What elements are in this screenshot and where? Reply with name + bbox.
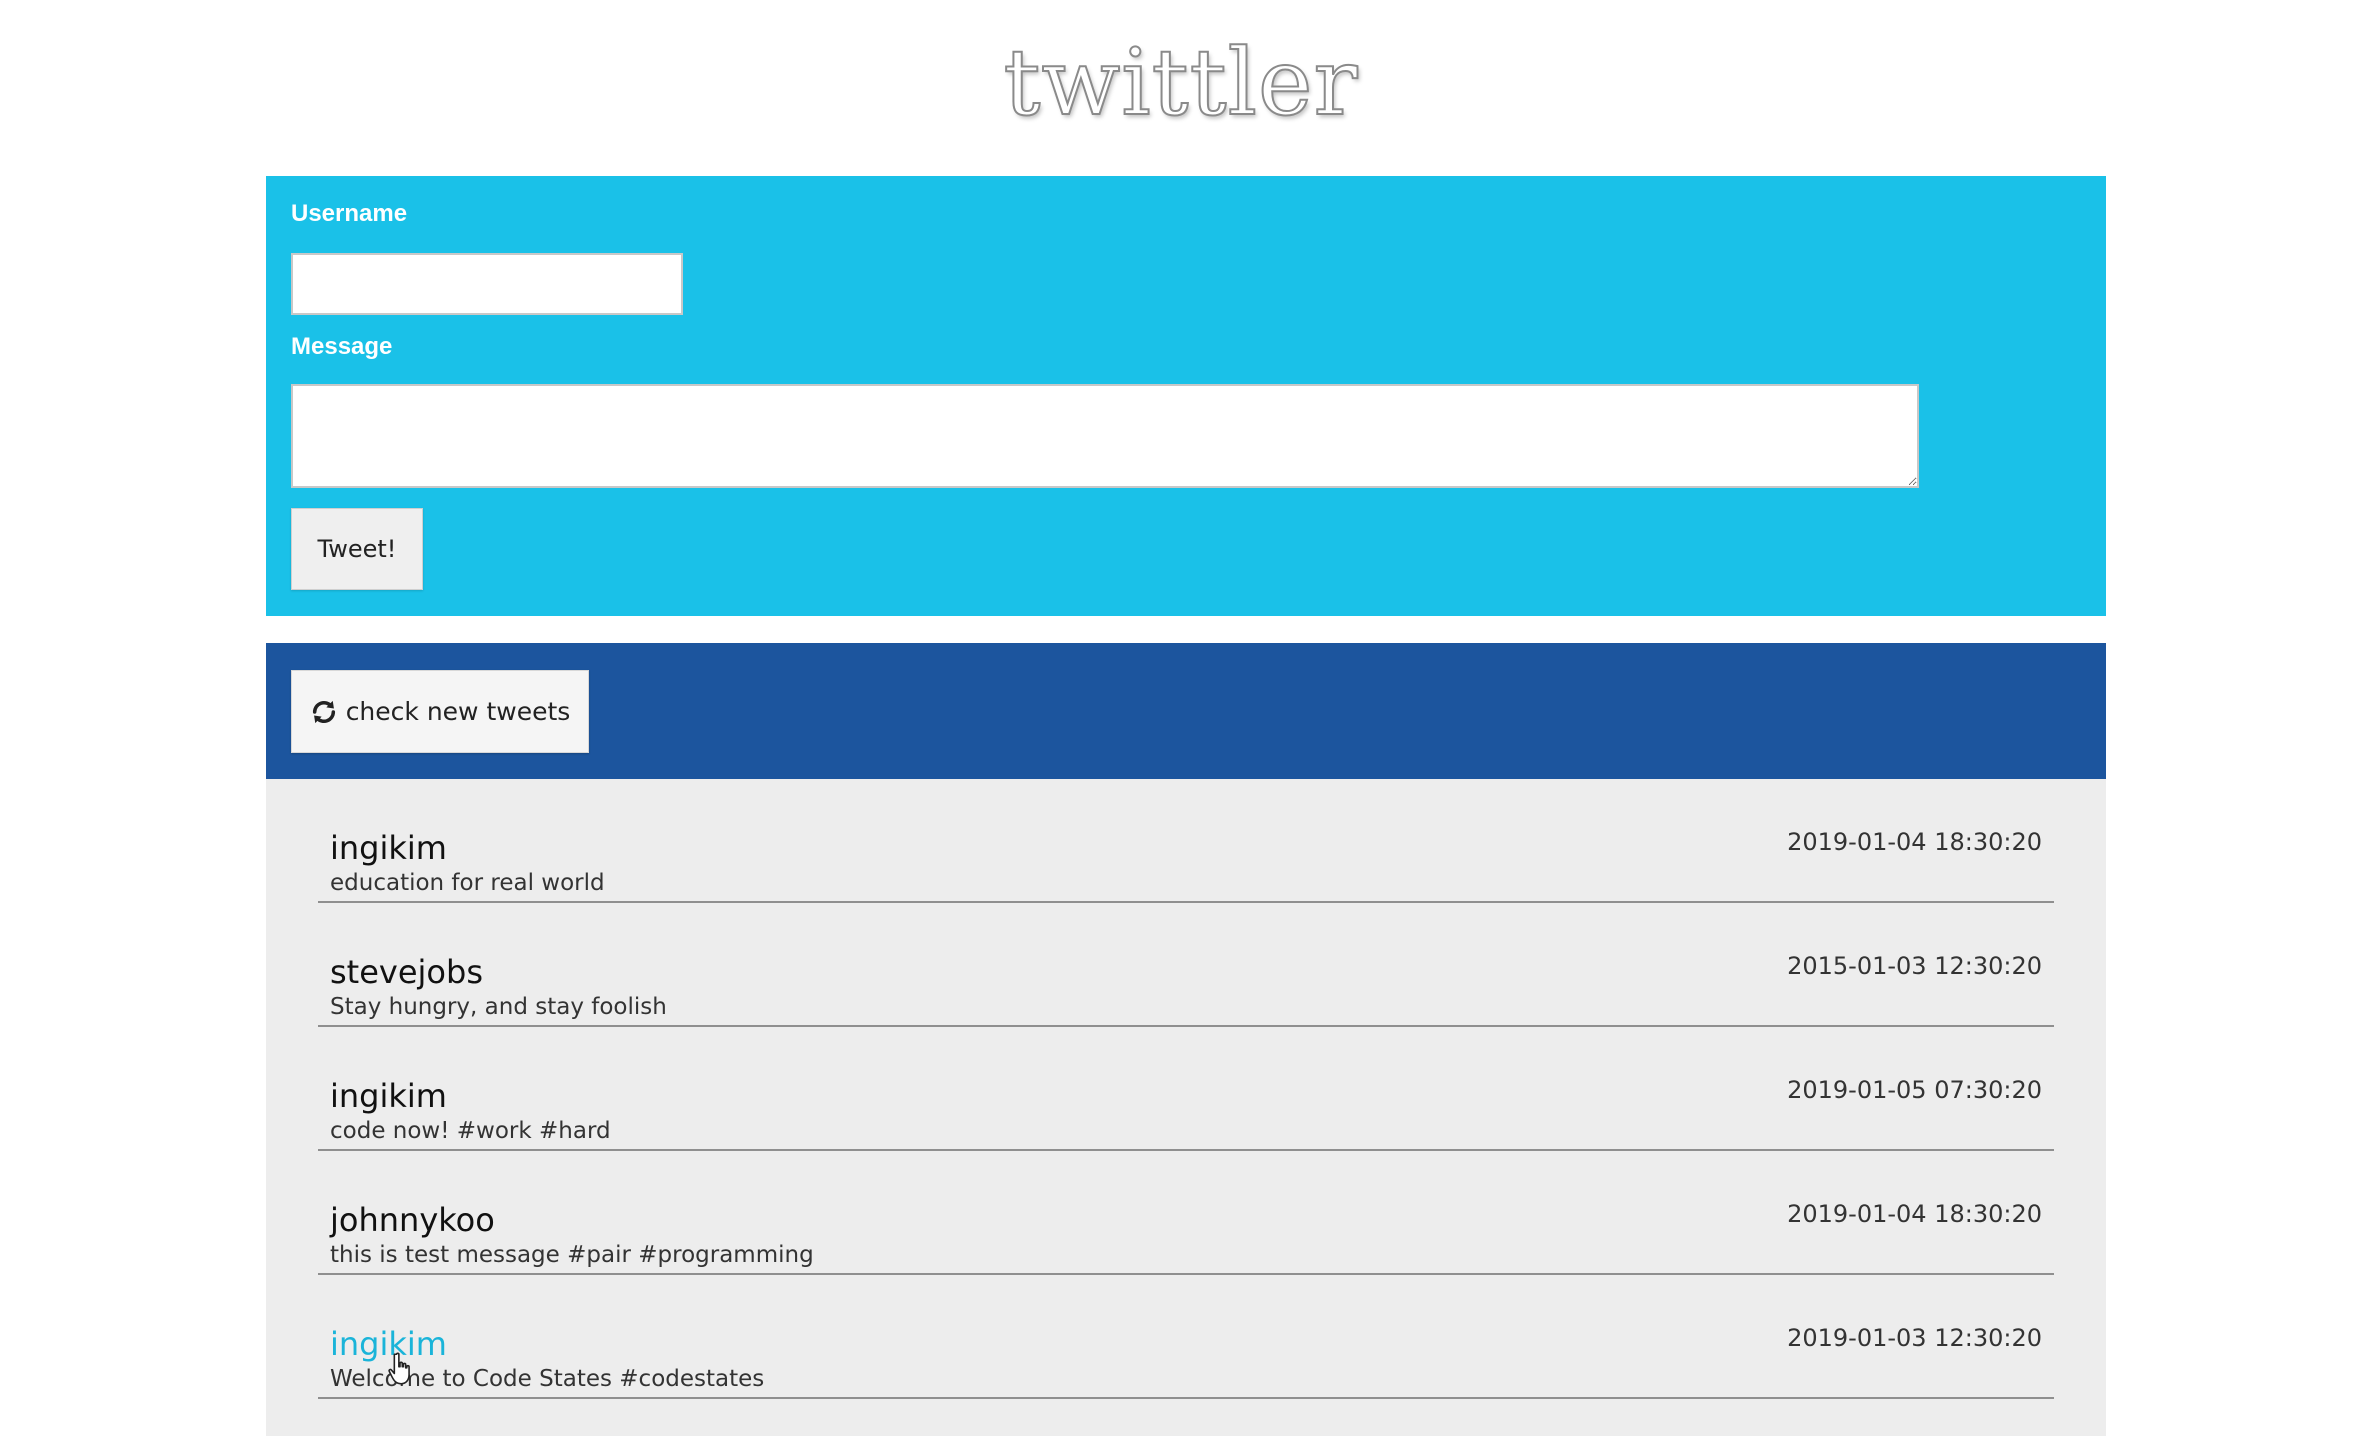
tweet-username[interactable]: ingikim <box>330 829 447 867</box>
tweet-message: this is test message #pair #programming <box>330 1242 814 1268</box>
tweet-item: ingikim Welcome to Code States #codestat… <box>318 1275 2054 1399</box>
refresh-icon <box>310 698 338 726</box>
check-new-tweets-label: check new tweets <box>345 697 571 726</box>
tweet-item: johnnykoo this is test message #pair #pr… <box>318 1151 2054 1275</box>
compose-form: Username Message Tweet! <box>266 176 2106 616</box>
tweet-button[interactable]: Tweet! <box>291 508 423 590</box>
message-label: Message <box>291 333 393 360</box>
tweet-username[interactable]: stevejobs <box>330 953 483 991</box>
app-logo: twittler <box>1003 28 1359 137</box>
page: twittler Username Message Tweet! check n… <box>0 0 2362 1436</box>
tweet-feed: ingikim education for real world 2019-01… <box>266 779 2106 1436</box>
tweet-timestamp: 2019-01-04 18:30:20 <box>1787 1200 2042 1228</box>
tweet-username[interactable]: johnnykoo <box>330 1201 495 1239</box>
tweet-item: ingikim code now! #work #hard 2019-01-05… <box>318 1027 2054 1151</box>
tweet-username[interactable]: ingikim <box>330 1077 447 1115</box>
tweet-item: stevejobs Stay hungry, and stay foolish … <box>318 903 2054 1027</box>
tweet-timestamp: 2015-01-03 12:30:20 <box>1787 952 2042 980</box>
tweet-item: ingikim education for real world 2019-01… <box>318 779 2054 903</box>
username-label: Username <box>291 200 408 227</box>
tweet-message: education for real world <box>330 870 605 896</box>
feed-toolbar: check new tweets <box>266 643 2106 779</box>
hand-cursor-icon <box>386 1352 414 1386</box>
tweet-message: Stay hungry, and stay foolish <box>330 994 667 1020</box>
tweet-message: code now! #work #hard <box>330 1118 611 1144</box>
tweet-timestamp: 2019-01-05 07:30:20 <box>1787 1076 2042 1104</box>
username-input[interactable] <box>291 253 683 315</box>
tweet-timestamp: 2019-01-04 18:30:20 <box>1787 828 2042 856</box>
tweet-timestamp: 2019-01-03 12:30:20 <box>1787 1324 2042 1352</box>
check-new-tweets-button[interactable]: check new tweets <box>291 670 589 753</box>
message-input[interactable] <box>291 384 1919 488</box>
